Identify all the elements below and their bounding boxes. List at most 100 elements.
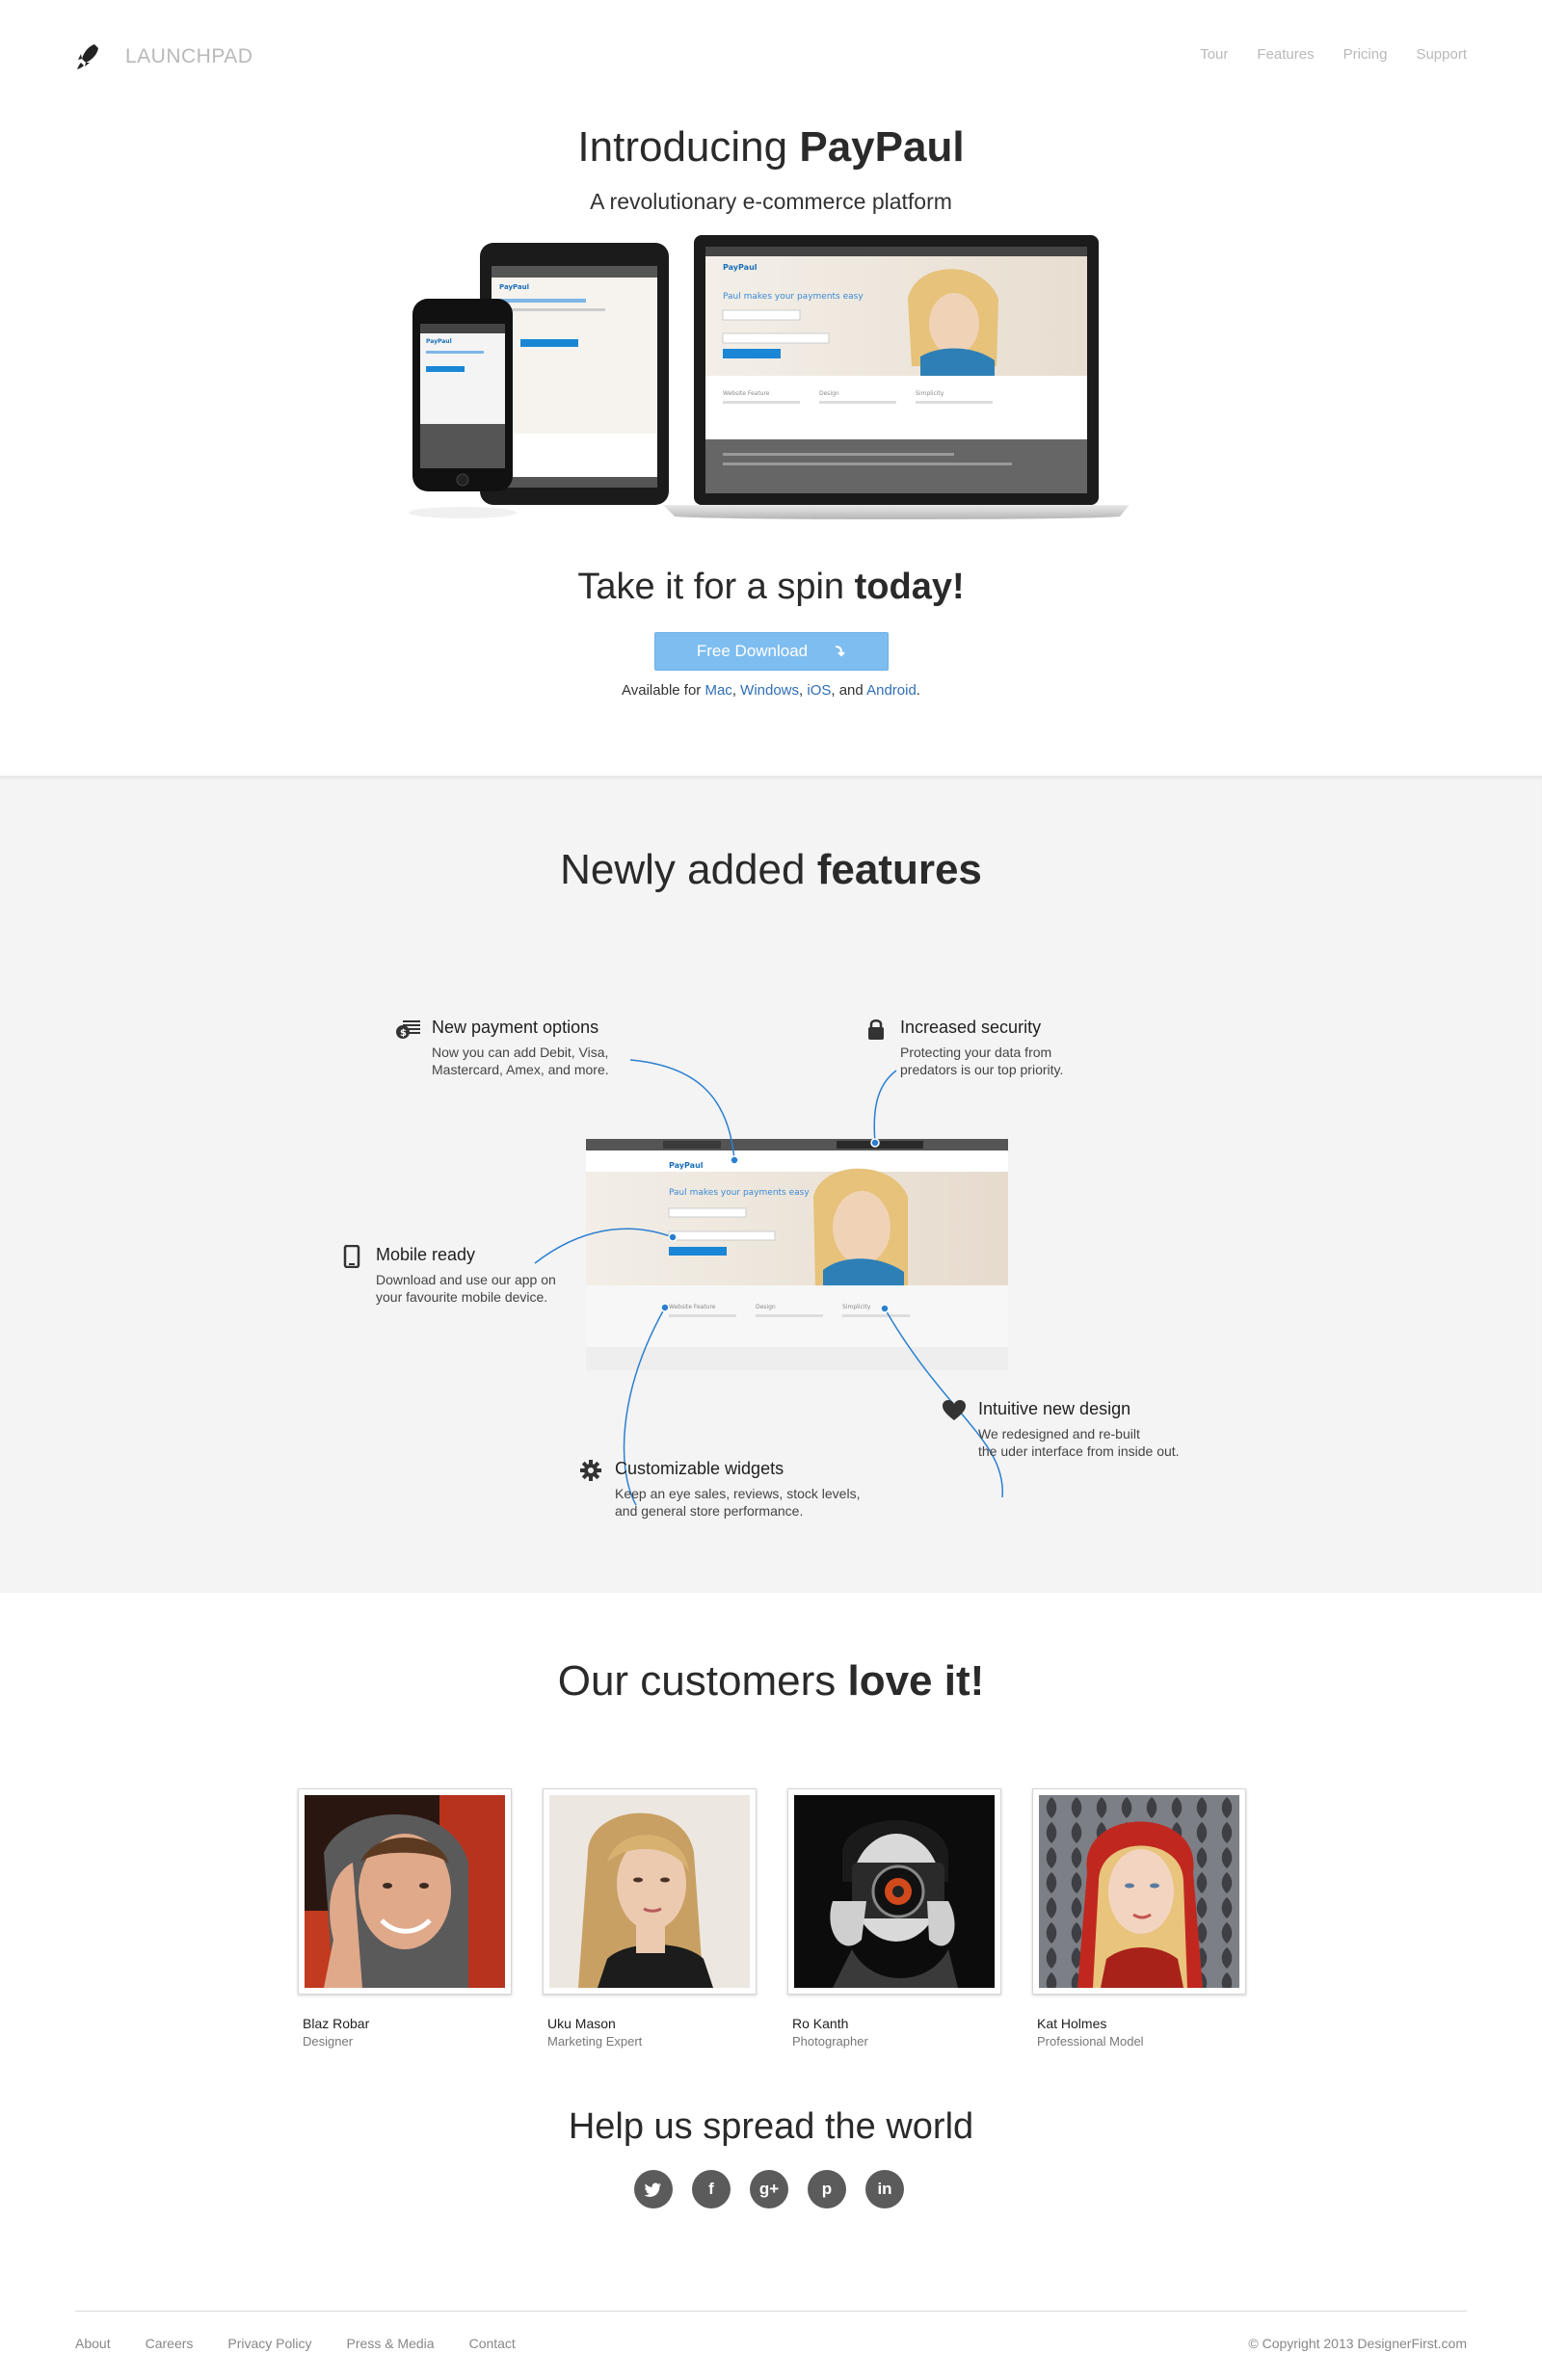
available-text: Available for Mac, Windows, iOS, and And… [0,682,1542,699]
platform-android[interactable]: Android [866,682,917,699]
customer-photo [298,1788,512,1995]
spin-title-prefix: Take it for a spin [577,567,845,607]
customer-name: Blaz Robar [303,2016,370,2031]
feature-design-title: Intuitive new design [978,1399,1131,1418]
svg-text:PayPaul: PayPaul [499,283,529,291]
feature-security-title: Increased security [900,1018,1042,1037]
feature-payment-desc1: Now you can add Debit, Visa, [432,1045,609,1060]
svg-text:$: $ [400,1028,407,1039]
laptop-brand: PayPaul [723,263,758,272]
feature-design-desc: We redesigned and re-built the uder inter… [978,1425,1180,1460]
spread-title: Help us spread the world [568,2106,974,2147]
feature-screen-col3: Simplicity [842,1304,871,1310]
footer-link-about[interactable]: About [75,2336,111,2351]
feature-widgets: Customizable widgets Keep an eye sales, … [578,1459,860,1520]
spin-title: Take it for a spin today! [0,567,1542,608]
available-sep: , [799,682,804,699]
laptop-headline: Paul makes your payments easy [723,292,864,302]
available-prefix: Available for [622,682,702,699]
laptop-col3: Simplicity [916,390,944,397]
feature-payment: $ New payment options Now you can add De… [395,1018,609,1078]
feature-design-desc2: the uder interface from inside out. [978,1443,1180,1459]
google-plus-icon[interactable]: g+ [750,2170,788,2208]
feature-mobile-desc1: Download and use our app on [376,1272,556,1287]
feature-screen-brand: PayPaul [669,1161,704,1170]
feature-security-desc2: predators is our top priority. [900,1062,1064,1077]
customer-role: Designer [303,2034,354,2049]
customer-role: Professional Model [1037,2034,1144,2049]
svg-text:PayPaul: PayPaul [426,338,452,345]
feature-widgets-desc2: and general store performance. [615,1503,804,1519]
feature-security-desc: Protecting your data from predators is ou… [900,1044,1063,1078]
feature-widgets-desc1: Keep an eye sales, reviews, stock levels… [615,1486,861,1501]
platform-windows[interactable]: Windows [740,682,799,699]
feature-security-desc1: Protecting your data from [900,1045,1052,1060]
feature-screen-col2: Design [756,1304,776,1310]
laptop-col2: Design [819,390,839,397]
features-title: Newly added features [0,846,1542,894]
heart-icon [943,1400,966,1420]
customer-photo-kat [1039,1795,1239,1988]
feature-payment-title: New payment options [432,1018,599,1037]
customers-title-prefix: Our customers [557,1657,837,1705]
pinterest-icon[interactable]: p [808,2170,846,2208]
hero-title: Introducing PayPaul [0,123,1542,172]
hero-subtitle: A revolutionary e-commerce platform [590,189,952,214]
customer-photo [1032,1788,1246,1995]
laptop-col1: Website Feature [723,390,770,397]
available-sep: , [731,682,736,699]
customer-card: Blaz Robar Designer [298,1788,512,2049]
footer-link-privacy[interactable]: Privacy Policy [227,2336,311,2351]
customer-card: Ro Kanth Photographer [787,1788,1001,2049]
footer-link-contact[interactable]: Contact [469,2336,516,2351]
arrow-down-right-icon [836,646,845,657]
rocket-icon [77,44,98,69]
logo-text: LAUNCHPAD [125,45,253,67]
free-download-button[interactable]: Free Download [654,632,889,671]
available-sep-and: , and [831,682,864,699]
twitter-icon[interactable] [634,2170,673,2208]
feature-security: Increased security Protecting your data … [864,1018,1063,1078]
cash-icon: $ [396,1020,420,1039]
devices-illustration: PayPaul Paul makes your payments easy We… [409,235,1130,519]
logo-link[interactable]: LAUNCHPAD [75,42,253,71]
customer-name: Ro Kanth [792,2016,849,2031]
feature-mobile-desc2: your favourite mobile device. [376,1289,548,1305]
feature-mobile: Mobile ready Download and use our app on… [339,1245,556,1306]
feature-mobile-title: Mobile ready [376,1245,476,1264]
main-nav: Tour Features Pricing Support [1200,46,1467,63]
spin-title-bold: today! [854,567,965,607]
footer-nav: About Careers Privacy Policy Press & Med… [75,2336,516,2351]
customer-name: Kat Holmes [1037,2016,1107,2031]
customer-role: Photographer [792,2034,868,2049]
customer-photo-ro [794,1795,995,1988]
nav-pricing[interactable]: Pricing [1343,46,1388,63]
feature-mobile-desc: Download and use our app on your favourit… [376,1271,556,1306]
platform-mac[interactable]: Mac [705,682,731,699]
nav-features[interactable]: Features [1257,46,1314,63]
customers-title-bold: love it! [847,1657,985,1705]
features-title-bold: features [816,846,982,893]
available-end: . [916,682,920,699]
footer-divider [75,2311,1467,2312]
features-title-prefix: Newly added [560,846,806,893]
customer-photo-blaz [305,1795,505,1988]
nav-support[interactable]: Support [1416,46,1467,63]
facebook-icon[interactable]: f [692,2170,731,2208]
download-label: Free Download [696,642,809,660]
platform-ios[interactable]: iOS [807,682,831,699]
lock-icon [868,1019,884,1040]
hero-title-prefix: Introducing [577,123,788,171]
footer-link-careers[interactable]: Careers [146,2336,194,2351]
social-links: f g+ p in [634,2170,904,2208]
copyright-text: © Copyright 2013 DesignerFirst.com [1248,2336,1467,2351]
customer-name: Uku Mason [547,2016,616,2031]
feature-screen-headline: Paul makes your payments easy [669,1188,810,1198]
footer-link-press[interactable]: Press & Media [347,2336,435,2351]
hero-title-bold: PayPaul [799,123,965,171]
features-section: Newly added features PayPaul Paul makes … [0,776,1542,1593]
gear-icon [580,1460,601,1481]
nav-tour[interactable]: Tour [1200,46,1228,63]
linkedin-icon[interactable]: in [865,2170,904,2208]
feature-widgets-title: Customizable widgets [615,1459,784,1478]
